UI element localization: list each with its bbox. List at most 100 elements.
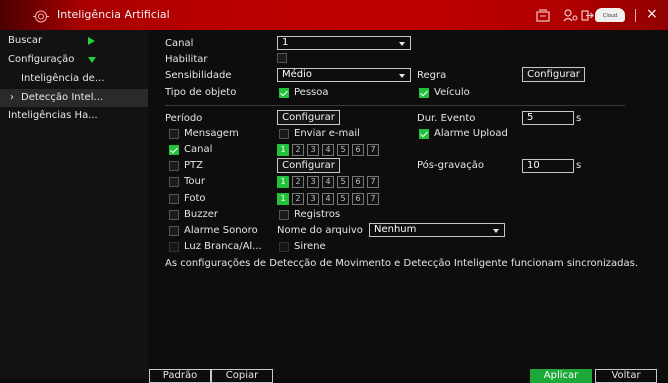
- chevron-down-icon: [399, 74, 405, 78]
- titlebar-separator: [635, 9, 636, 22]
- main-panel: Canal 1 Habilitar Sensibilidade Médio Re…: [149, 30, 668, 383]
- chevron-down-icon: [493, 229, 499, 233]
- dur-evento-unit: s: [576, 113, 582, 124]
- channel-box[interactable]: 3: [307, 144, 319, 156]
- tour-label: Tour: [184, 176, 205, 187]
- habilitar-checkbox[interactable]: [277, 53, 287, 63]
- sidebar-item-buscar[interactable]: Buscar: [0, 32, 148, 50]
- sidebar: Buscar Configuração Inteligência de... ›…: [0, 30, 148, 379]
- channel-box[interactable]: 1: [277, 193, 289, 205]
- mensagem-checkbox[interactable]: [169, 129, 179, 139]
- mensagem-label: Mensagem: [184, 128, 239, 139]
- dur-evento-input[interactable]: 5: [522, 111, 574, 125]
- veiculo-checkbox[interactable]: [419, 88, 429, 98]
- periodo-label: Período: [165, 113, 203, 124]
- nome-arquivo-label: Nome do arquivo: [277, 225, 363, 236]
- pos-gravacao-value: 10: [527, 160, 540, 171]
- foto-label: Foto: [184, 193, 206, 204]
- tour-channel-group: 1 2 3 4 5 6 7: [277, 176, 389, 188]
- canal-value: 1: [282, 37, 289, 48]
- channel-box[interactable]: 7: [367, 144, 379, 156]
- window-title: Inteligência Artificial: [57, 8, 170, 21]
- pos-gravacao-unit: s: [576, 160, 582, 171]
- chevron-right-icon: ›: [10, 92, 14, 103]
- channel-box[interactable]: 6: [352, 144, 364, 156]
- nome-arquivo-select[interactable]: Nenhum: [369, 223, 505, 237]
- canal-label: Canal: [165, 38, 194, 49]
- app-window: Inteligência Artificial Cloud × Buscar C…: [0, 0, 668, 383]
- channel-box[interactable]: 7: [367, 193, 379, 205]
- section-divider: [165, 105, 625, 106]
- buzzer-checkbox[interactable]: [169, 210, 179, 220]
- tipo-objeto-label: Tipo de objeto: [165, 87, 237, 98]
- dur-evento-value: 5: [527, 112, 534, 123]
- channel-box[interactable]: 3: [307, 176, 319, 188]
- foto-channel-group: 1 2 3 4 5 6 7: [277, 193, 389, 205]
- channel-box[interactable]: 6: [352, 176, 364, 188]
- enviar-email-checkbox[interactable]: [279, 129, 289, 139]
- channel-box[interactable]: 4: [322, 176, 334, 188]
- title-bar: Inteligência Artificial Cloud ×: [0, 0, 668, 30]
- nome-arquivo-value: Nenhum: [374, 224, 417, 235]
- sensibilidade-value: Médio: [282, 69, 313, 80]
- channel-box[interactable]: 3: [307, 193, 319, 205]
- channel-box[interactable]: 6: [352, 193, 364, 205]
- luz-branca-label: Luz Branca/Al...: [184, 241, 262, 252]
- channel-box[interactable]: 5: [337, 193, 349, 205]
- padrao-button[interactable]: Padrão: [149, 369, 211, 383]
- channel-box[interactable]: 1: [277, 144, 289, 156]
- alarme-sonoro-checkbox[interactable]: [169, 226, 179, 236]
- channel-box[interactable]: 5: [337, 144, 349, 156]
- registros-checkbox[interactable]: [279, 210, 289, 220]
- canal-select[interactable]: 1: [277, 36, 411, 50]
- channel-box[interactable]: 1: [277, 176, 289, 188]
- channel-box[interactable]: 5: [337, 176, 349, 188]
- user-icon[interactable]: [563, 9, 579, 23]
- sensibilidade-select[interactable]: Médio: [277, 68, 411, 82]
- pessoa-label: Pessoa: [294, 87, 329, 98]
- sensibilidade-label: Sensibilidade: [165, 70, 232, 81]
- aplicar-button[interactable]: Aplicar: [530, 369, 592, 383]
- luz-branca-checkbox[interactable]: [169, 242, 179, 252]
- ptz-label: PTZ: [184, 160, 203, 171]
- copiar-button[interactable]: Copiar: [211, 369, 273, 383]
- logout-icon[interactable]: [581, 9, 594, 23]
- channel-box[interactable]: 4: [322, 193, 334, 205]
- channel-box[interactable]: 2: [292, 193, 304, 205]
- sidebar-item-inteligencia[interactable]: Inteligência de...: [0, 70, 148, 88]
- sidebar-item-configuracao[interactable]: Configuração: [0, 51, 148, 69]
- canal-channel-group: 1 2 3 4 5 6 7: [277, 144, 389, 156]
- periodo-configurar-button[interactable]: Configurar: [277, 110, 340, 125]
- sidebar-item-label: Detecção Intel...: [21, 92, 104, 103]
- sidebar-item-deteccao[interactable]: › Detecção Intel...: [0, 89, 148, 107]
- channel-box[interactable]: 2: [292, 176, 304, 188]
- sidebar-item-label: Configuração: [8, 54, 75, 65]
- recording-icon[interactable]: [536, 9, 550, 23]
- sirene-checkbox[interactable]: [279, 242, 289, 252]
- sidebar-item-label: Inteligências Ha...: [8, 110, 98, 121]
- sidebar-item-inteligencias-ha[interactable]: Inteligências Ha...: [0, 107, 148, 125]
- pessoa-checkbox[interactable]: [279, 88, 289, 98]
- foto-checkbox[interactable]: [169, 194, 179, 204]
- cloud-label: Cloud: [602, 13, 618, 19]
- canal-checkbox[interactable]: [169, 145, 179, 155]
- ptz-configurar-button[interactable]: Configurar: [277, 158, 340, 173]
- alarme-upload-checkbox[interactable]: [419, 129, 429, 139]
- tour-checkbox[interactable]: [169, 177, 179, 187]
- ai-logo-icon: [33, 10, 49, 23]
- pos-gravacao-input[interactable]: 10: [522, 159, 574, 173]
- close-button[interactable]: ×: [646, 6, 658, 22]
- sync-info-text: As configurações de Detecção de Moviment…: [165, 258, 639, 269]
- cloud-icon[interactable]: Cloud: [595, 8, 625, 22]
- channel-box[interactable]: 2: [292, 144, 304, 156]
- enviar-email-label: Enviar e-mail: [294, 128, 360, 139]
- alarme-sonoro-label: Alarme Sonoro: [184, 225, 258, 236]
- channel-box[interactable]: 7: [367, 176, 379, 188]
- sidebar-item-label: Inteligência de...: [21, 73, 105, 84]
- ptz-checkbox[interactable]: [169, 161, 179, 171]
- registros-label: Registros: [294, 209, 341, 220]
- voltar-button[interactable]: Voltar: [595, 369, 657, 383]
- channel-box[interactable]: 4: [322, 144, 334, 156]
- regra-configurar-button[interactable]: Configurar: [522, 67, 585, 82]
- regra-label: Regra: [417, 70, 447, 81]
